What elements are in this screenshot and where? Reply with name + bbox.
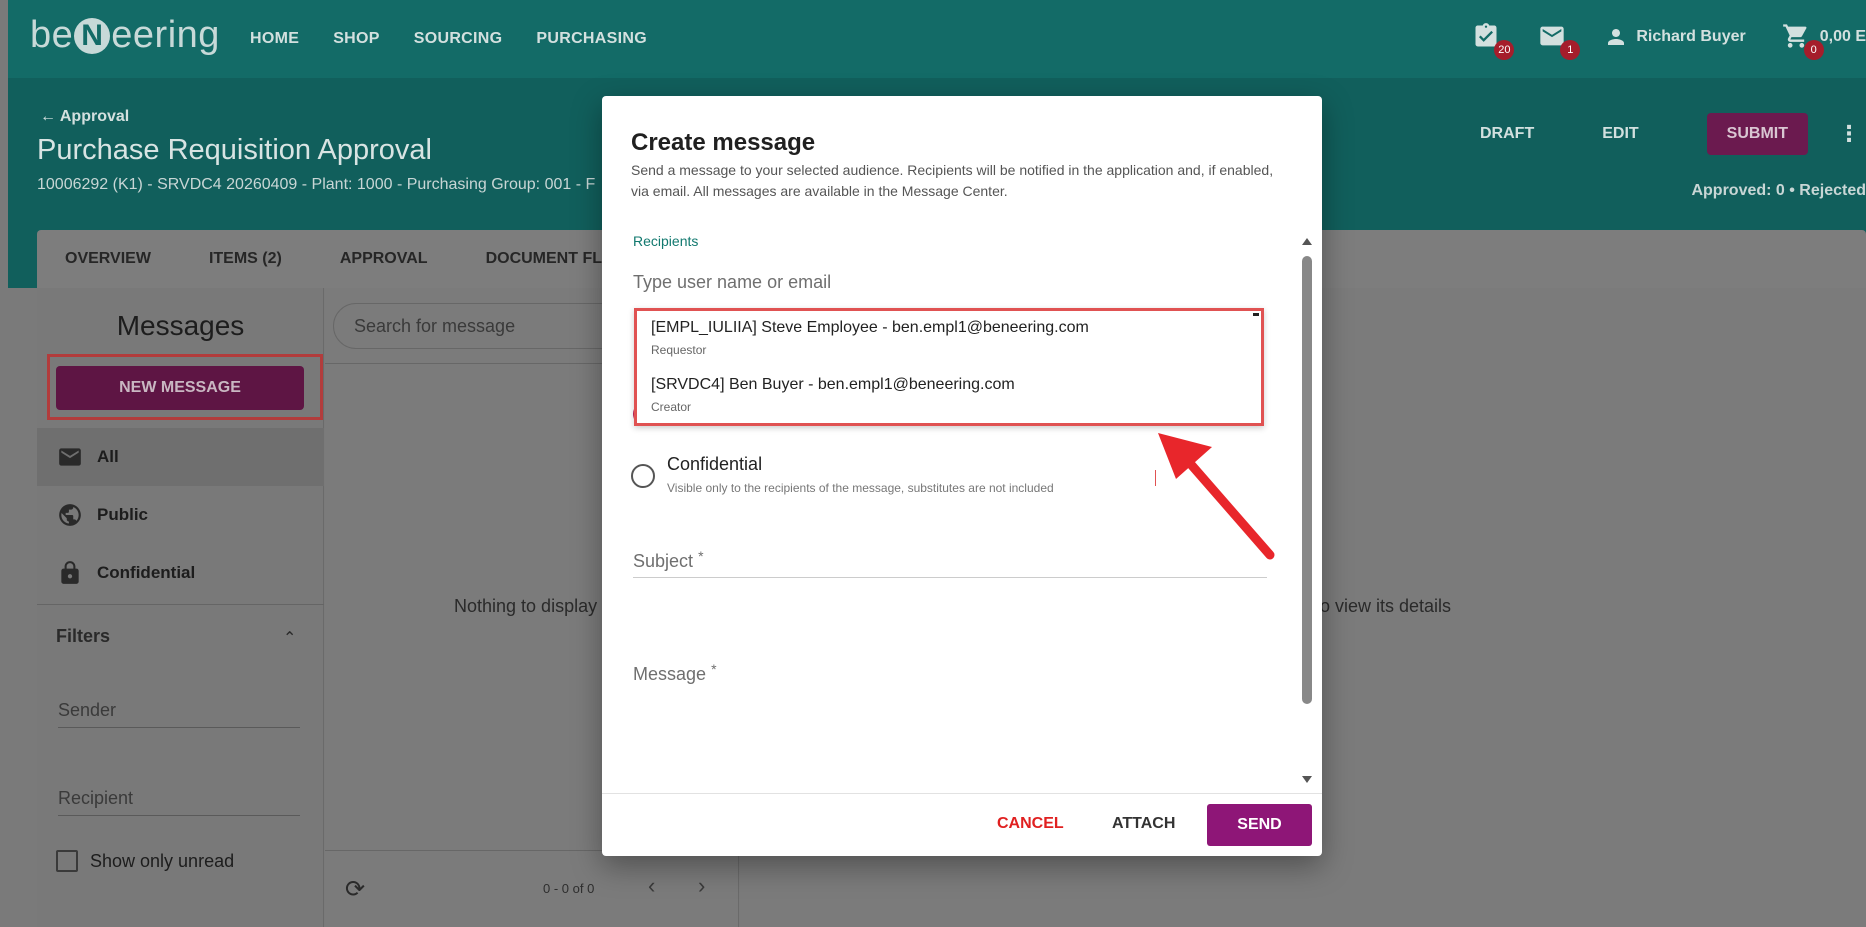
nav-shop[interactable]: SHOP bbox=[333, 30, 380, 48]
suggestion-item[interactable]: [SRVDC4] Ben Buyer - ben.empl1@beneering… bbox=[651, 376, 1015, 414]
chevron-left-icon[interactable]: ‹ bbox=[648, 873, 655, 899]
approval-status: Approved: 0 • Rejected bbox=[1691, 182, 1866, 199]
confidential-label: Confidential bbox=[667, 454, 763, 474]
subject-underline bbox=[633, 577, 1267, 578]
cart-button[interactable]: 0 0,00 E bbox=[1782, 22, 1866, 60]
suggestion-item[interactable]: [EMPL_IULIIA] Steve Employee - ben.empl1… bbox=[651, 319, 1089, 357]
suggestion-role: Creator bbox=[651, 400, 692, 414]
detail-hint-text: o view its details bbox=[1320, 596, 1452, 616]
cart-icon-wrap: 0 bbox=[1782, 22, 1824, 60]
category-public[interactable]: Public bbox=[37, 486, 324, 544]
create-message-dialog: Create message Send a message to your se… bbox=[602, 96, 1322, 856]
nav-sourcing[interactable]: SOURCING bbox=[414, 30, 503, 48]
page-title: Purchase Requisition Approval bbox=[37, 134, 432, 166]
lock-icon bbox=[61, 561, 79, 584]
messages-title: Messages bbox=[116, 310, 245, 341]
cart-badge: 0 bbox=[1803, 40, 1824, 60]
dialog-footer-divider bbox=[602, 793, 1322, 794]
sender-field[interactable]: Sender bbox=[58, 700, 300, 728]
category-confidential[interactable]: Confidential bbox=[37, 544, 324, 602]
tasks-badge: 20 bbox=[1494, 40, 1515, 60]
attach-button[interactable]: ATTACH bbox=[1112, 815, 1175, 833]
app-bar: be Neering HOME SHOP SOURCING PURCHASING … bbox=[8, 0, 1866, 78]
confidential-description: Visible only to the recipients of the me… bbox=[667, 481, 1054, 495]
scroll-up-icon[interactable] bbox=[1302, 238, 1312, 245]
scroll-thumb[interactable] bbox=[1302, 256, 1312, 704]
user-name: Richard Buyer bbox=[1636, 28, 1746, 45]
recipients-label: Recipients bbox=[633, 233, 699, 249]
back-label: Approval bbox=[59, 108, 130, 125]
person-icon bbox=[1608, 29, 1625, 45]
category-all-label: All bbox=[97, 447, 119, 466]
scroll-down-icon[interactable] bbox=[1302, 776, 1312, 783]
confidential-radio[interactable] bbox=[631, 464, 655, 488]
tab-document-flow[interactable]: DOCUMENT FLO bbox=[486, 230, 615, 288]
globe-icon bbox=[59, 504, 81, 526]
main-nav: HOME SHOP SOURCING PURCHASING bbox=[250, 30, 647, 48]
tab-overview[interactable]: OVERVIEW bbox=[65, 230, 151, 288]
suggestion-text: [SRVDC4] Ben Buyer - ben.empl1@beneering… bbox=[651, 376, 1015, 393]
category-all[interactable]: All bbox=[37, 428, 324, 486]
message-label: Message bbox=[633, 664, 707, 684]
required-mark: * bbox=[698, 548, 704, 564]
empty-state-text: Nothing to display bbox=[454, 596, 598, 616]
nav-home[interactable]: HOME bbox=[250, 30, 299, 48]
edit-button[interactable]: EDIT bbox=[1602, 125, 1638, 143]
topbar-right: 20 1 Richard Buyer 0 0,00 E bbox=[1472, 22, 1866, 60]
recipient-field[interactable]: Recipient bbox=[58, 788, 300, 816]
cart-total: 0,00 E bbox=[1819, 28, 1866, 45]
subject-field[interactable]: Subject * bbox=[633, 548, 1267, 572]
logo-text-end: eering bbox=[111, 14, 220, 56]
mail-badge: 1 bbox=[1560, 40, 1581, 60]
messages-sidebar: Messages NEW MESSAGE All Public Confiden… bbox=[37, 288, 324, 927]
recipient-suggestions: [EMPL_IULIIA] Steve Employee - ben.empl1… bbox=[634, 308, 1264, 426]
mail-icon bbox=[59, 448, 81, 466]
tab-items[interactable]: ITEMS (2) bbox=[209, 230, 282, 288]
recipients-input[interactable]: Type user name or email bbox=[633, 272, 831, 293]
back-link[interactable]: ← Approval bbox=[40, 108, 129, 126]
message-field[interactable]: Message * bbox=[633, 661, 1267, 685]
more-vert-icon[interactable]: ⋮ bbox=[1838, 121, 1860, 147]
cancel-button[interactable]: CANCEL bbox=[997, 815, 1064, 833]
text-cursor bbox=[1155, 470, 1156, 486]
required-mark: * bbox=[711, 661, 717, 677]
dialog-scrollbar[interactable] bbox=[1302, 238, 1312, 784]
chevron-up-icon[interactable]: ⌃ bbox=[283, 628, 296, 648]
new-message-button[interactable]: NEW MESSAGE bbox=[56, 366, 304, 410]
category-confidential-label: Confidential bbox=[97, 563, 196, 582]
dialog-description: Send a message to your selected audience… bbox=[631, 162, 1274, 199]
dialog-title: Create message bbox=[631, 129, 816, 156]
chevron-right-icon[interactable]: › bbox=[698, 873, 705, 899]
pagination-info: 0 - 0 of 0 bbox=[543, 881, 595, 896]
page-subtitle: 10006292 (K1) - SRVDC4 20260409 - Plant:… bbox=[37, 176, 596, 193]
user-menu[interactable]: Richard Buyer bbox=[1604, 25, 1746, 49]
divider bbox=[37, 604, 324, 605]
draft-button[interactable]: DRAFT bbox=[1480, 125, 1534, 143]
suggestion-text: [EMPL_IULIIA] Steve Employee - ben.empl1… bbox=[651, 319, 1089, 336]
mail-button[interactable]: 1 bbox=[1538, 22, 1581, 60]
show-unread-label: Show only unread bbox=[90, 850, 235, 871]
dropdown-scrollbar bbox=[1253, 313, 1259, 316]
send-button[interactable]: SEND bbox=[1207, 804, 1312, 846]
show-unread-checkbox[interactable] bbox=[56, 850, 78, 872]
list-footer: ⟳ 0 - 0 of 0 ‹ › bbox=[325, 850, 739, 927]
nav-purchasing[interactable]: PURCHASING bbox=[536, 30, 647, 48]
category-public-label: Public bbox=[97, 505, 149, 524]
app-logo[interactable]: be Neering bbox=[30, 14, 220, 57]
header-actions: DRAFT EDIT SUBMIT ⋮ bbox=[1480, 113, 1866, 155]
subject-label: Subject bbox=[633, 551, 694, 571]
logo-mark: N bbox=[74, 18, 111, 54]
tasks-button[interactable]: 20 bbox=[1472, 22, 1515, 60]
suggestion-role: Requestor bbox=[651, 343, 707, 357]
tab-approval[interactable]: APPROVAL bbox=[340, 230, 428, 288]
logo-text-start: be bbox=[30, 14, 74, 56]
show-unread-row: Show only unread bbox=[56, 850, 234, 872]
refresh-icon[interactable]: ⟳ bbox=[345, 875, 365, 904]
filters-heading: Filters bbox=[56, 626, 111, 646]
submit-button[interactable]: SUBMIT bbox=[1706, 113, 1808, 155]
